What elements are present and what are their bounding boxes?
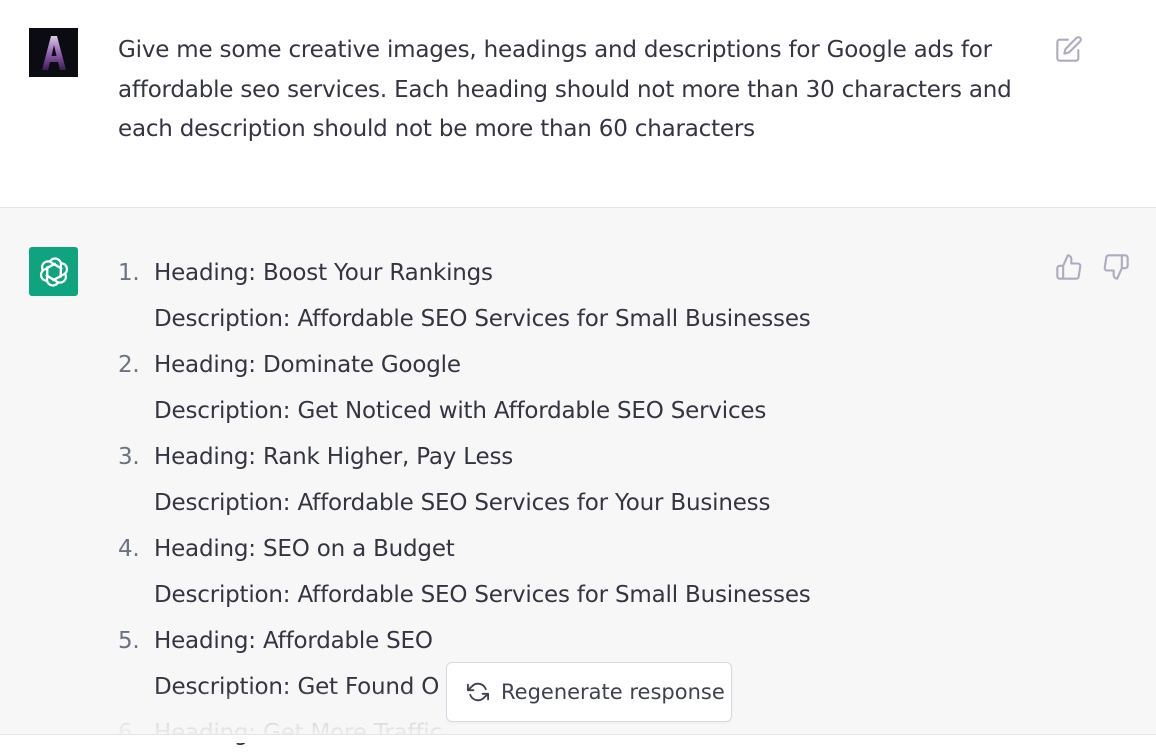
ad-description: Description: Affordable SEO Services for… — [154, 490, 771, 516]
ad-heading: Heading: SEO on a Budget — [154, 536, 455, 562]
list-number: 5. — [118, 628, 140, 654]
thumbs-down-icon[interactable] — [1102, 253, 1130, 281]
list-number: 4. — [118, 536, 140, 562]
ad-description: Description: Get Noticed with Affordable… — [154, 398, 767, 424]
ad-heading: Heading: Rank Higher, Pay Less — [154, 444, 514, 470]
ad-description: Description: Affordable SEO Services for… — [154, 306, 811, 332]
user-message-text: Give me some creative images, headings a… — [118, 37, 1012, 142]
ad-heading: Heading: Affordable SEO — [154, 628, 433, 654]
list-number: 2. — [118, 352, 140, 378]
ad-description: Description: Affordable SEO Services for… — [154, 582, 811, 608]
list-item: 2. Heading: Dominate Google Description:… — [118, 342, 811, 434]
list-number: 6. — [118, 720, 140, 746]
regenerate-label: Regenerate response — [501, 680, 725, 704]
edit-icon[interactable] — [1055, 35, 1083, 63]
ad-heading: Heading: Boost Your Rankings — [154, 260, 493, 286]
refresh-icon — [467, 681, 489, 703]
user-avatar — [29, 28, 78, 77]
list-item: 1. Heading: Boost Your Rankings Descript… — [118, 250, 811, 342]
list-item: 4. Heading: SEO on a Budget Description:… — [118, 526, 811, 618]
user-message-row: Give me some creative images, headings a… — [0, 0, 1156, 208]
list-number: 1. — [118, 260, 140, 286]
list-item: 3. Heading: Rank Higher, Pay Less Descri… — [118, 434, 811, 526]
ad-heading: Heading: Dominate Google — [154, 352, 461, 378]
regenerate-response-button[interactable]: Regenerate response — [446, 662, 732, 722]
openai-logo-icon — [29, 247, 78, 296]
thumbs-up-icon[interactable] — [1055, 253, 1083, 281]
list-number: 3. — [118, 444, 140, 470]
